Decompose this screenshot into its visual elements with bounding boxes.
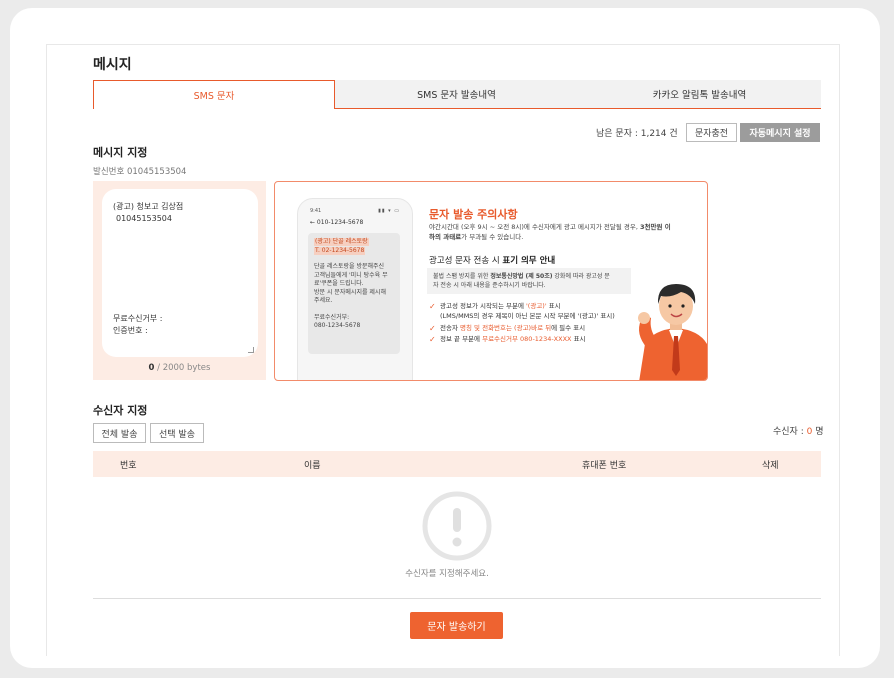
phone-status-icons: ▮▮ ▾ ▭ <box>378 208 400 214</box>
bubble-head: (광고) 단골 레스토랑 <box>314 238 369 247</box>
col-phone: 휴대폰 번호 <box>582 461 627 471</box>
notice-subtitle: 광고성 문자 전송 시 표기 의무 안내 <box>429 254 555 266</box>
rule-text: 광고성 정보가 시작되는 부분에 <box>440 302 527 310</box>
check-icon: ✓ <box>429 335 436 345</box>
send-selected-button[interactable]: 선택 발송 <box>150 423 204 443</box>
law-box: 불법 스팸 방지를 위한 정보통신망법 (제 50조) 강화에 따라 광고성 문… <box>427 268 631 294</box>
rule-text: 에 필수 표시 <box>551 323 586 332</box>
recipient-count: 수신자 : 0 명 <box>773 424 824 437</box>
message-line: (광고) 청보고 김상점 <box>113 202 184 211</box>
send-all-button[interactable]: 전체 발송 <box>93 423 146 443</box>
bubble-line: 주세요. <box>314 297 333 305</box>
charge-button[interactable]: 문자충전 <box>686 123 737 142</box>
message-line: 01045153504 <box>116 214 172 223</box>
phone-message-bubble: (광고) 단골 레스토랑 T. 02-1234-5678 단골 레스토랑을 방문… <box>308 233 400 354</box>
tab-sms-history[interactable]: SMS 문자 발송내역 <box>335 80 578 109</box>
notice-panel: 9:41 ▮▮ ▾ ▭ ← 010-1234-5678 (광고) 단골 레스토랑… <box>274 181 708 381</box>
col-name: 이름 <box>304 461 321 471</box>
desc-bold: 하의 과태료 <box>429 233 462 242</box>
phone-number: ← 010-1234-5678 <box>310 219 364 226</box>
col-delete: 삭제 <box>762 461 779 471</box>
bubble-line: 080-1234-5678 <box>314 322 361 330</box>
message-section-title: 메시지 지정 <box>93 146 148 159</box>
optout-line: 무료수신거부 : <box>113 314 163 323</box>
auth-line: 인증번호 : <box>113 326 148 335</box>
rule-highlight: '(광고)' <box>526 302 547 310</box>
tab-sms[interactable]: SMS 문자 <box>93 80 335 109</box>
notice-description: 야간시간대 (오후 9시 ~ 오전 8시)에 수신자에게 광고 메시지가 전달될… <box>429 222 699 243</box>
page-title: 메시지 <box>93 57 132 73</box>
rule-text: 전송자 <box>440 323 461 332</box>
sender-number: 발신번호 01045153504 <box>93 167 187 177</box>
bubble-line: 료'쿠폰을 드립니다. <box>314 280 364 288</box>
sub-text: 광고성 문자 전송 시 <box>429 256 503 266</box>
check-icon: ✓ <box>429 323 436 333</box>
exclamation-circle-icon <box>422 491 492 561</box>
rule-item: ✓ 정보 끝 부분에 무료수신거부 080-1234-XXXX 표시 <box>429 335 615 345</box>
rule-highlight: 무료수신거부 080-1234-XXXX <box>482 335 572 344</box>
byte-counter: 0 / 2000 bytes <box>93 363 266 373</box>
bubble-line: 방문 시 문자메시지를 제시해 <box>314 288 386 296</box>
box-text: 강화에 따라 광고성 문 <box>552 273 610 280</box>
phone-time: 9:41 <box>310 208 322 214</box>
col-number: 번호 <box>120 461 137 471</box>
divider <box>93 598 821 599</box>
box-text: 자 전송 시 아래 내용을 준수하시기 바랍니다. <box>433 282 546 290</box>
box-text: 불법 스팸 방지를 위한 <box>433 273 491 280</box>
count-unit: 명 <box>812 427 824 437</box>
empty-message: 수신자를 지정해주세요. <box>405 569 489 579</box>
desc-text: 가 부과될 수 있습니다. <box>461 233 524 242</box>
resize-handle[interactable] <box>248 347 254 353</box>
notice-title: 문자 발송 주의사항 <box>429 208 518 221</box>
tab-kakao-history[interactable]: 카카오 알림톡 발송내역 <box>578 80 821 109</box>
byte-total: / 2000 bytes <box>154 363 211 373</box>
box-bold: 정보통신망법 (제 50조) <box>490 273 553 280</box>
auto-message-button[interactable]: 자동메시지 설정 <box>740 123 820 142</box>
rule-list: ✓ 광고성 정보가 시작되는 부분에 '(광고)' 표시 (LMS/MMS의 경우… <box>429 302 615 347</box>
rule-item: ✓ 전송자 명칭 및 전화번호는 (광고)바로 뒤에 필수 표시 <box>429 324 615 334</box>
bubble-head: T. 02-1234-5678 <box>314 246 366 255</box>
rule-text: 정보 끝 부분에 <box>440 335 483 344</box>
rule-text: (LMS/MMS의 경우 제목이 아닌 본문 시작 부분에 '(광고)' 표시) <box>440 311 615 320</box>
bubble-line: 고객님들에게 '미니 탕수육 무 <box>314 271 388 279</box>
bubble-line: 무료수신거부: <box>314 313 350 321</box>
check-icon: ✓ <box>429 302 436 311</box>
bubble-line: 단골 레스토랑을 방문해주신 <box>314 263 385 271</box>
message-editor: (광고) 청보고 김상점 01045153504 무료수신거부 : 인증번호 :… <box>93 181 266 380</box>
count-label: 수신자 : <box>773 427 807 437</box>
rule-text: 표시 <box>571 335 586 344</box>
remaining-count: 남은 문자 : 1,214 건 <box>596 129 678 139</box>
sub-bold: 표기 의무 안내 <box>502 256 556 266</box>
rule-text: 표시 <box>546 302 561 310</box>
message-textarea[interactable]: (광고) 청보고 김상점 01045153504 무료수신거부 : 인증번호 : <box>102 189 258 357</box>
phone-preview: 9:41 ▮▮ ▾ ▭ ← 010-1234-5678 (광고) 단골 레스토랑… <box>297 198 413 380</box>
send-message-button[interactable]: 문자 발송하기 <box>410 612 503 639</box>
recipient-table-header: 번호 이름 휴대폰 번호 삭제 <box>93 451 821 477</box>
desc-bold: 3천만원 이 <box>640 223 671 231</box>
recipient-section-title: 수신자 지정 <box>93 404 148 417</box>
rule-item: ✓ 광고성 정보가 시작되는 부분에 '(광고)' 표시 (LMS/MMS의 경우… <box>429 302 615 322</box>
rule-highlight: 명칭 및 전화번호는 (광고)바로 뒤 <box>460 323 552 332</box>
desc-text: 야간시간대 (오후 9시 ~ 오전 8시)에 수신자에게 광고 메시지가 전달될… <box>429 223 641 231</box>
tab-bar: SMS 문자 SMS 문자 발송내역 카카오 알림톡 발송내역 <box>93 80 821 109</box>
presenter-illustration-icon <box>638 284 707 380</box>
